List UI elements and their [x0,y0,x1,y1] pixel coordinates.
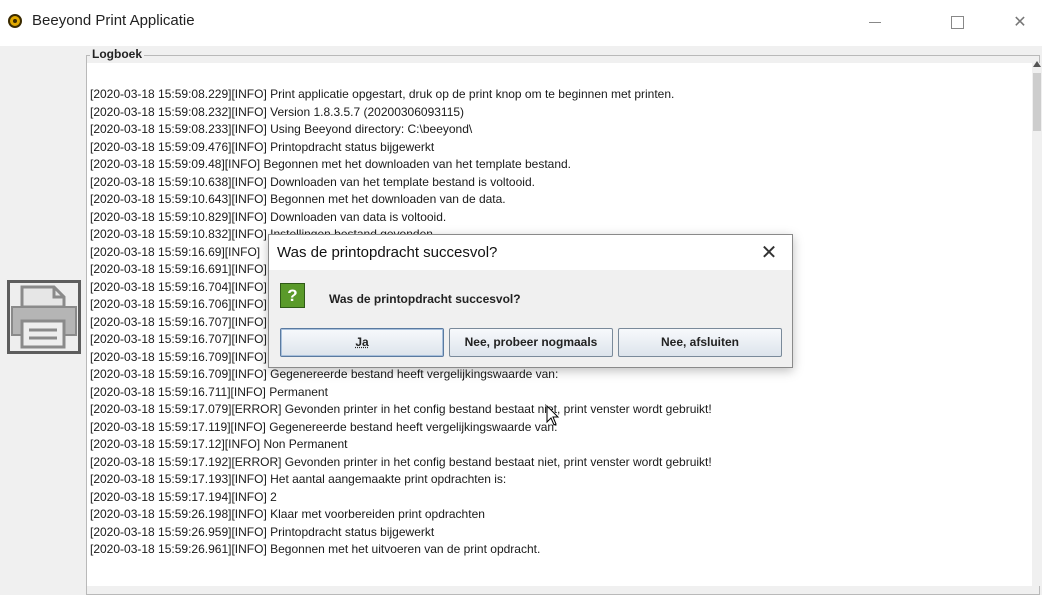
dialog-titlebar: Was de printopdracht succesvol? ✕ [269,235,792,270]
log-line: [2020-03-18 15:59:26.198][INFO] Klaar me… [90,506,712,524]
log-line: [2020-03-18 15:59:17.192][ERROR] Gevonde… [90,454,712,472]
confirm-dialog: Was de printopdracht succesvol? ✕ ? Was … [268,234,793,368]
log-scrollbar[interactable] [1032,63,1042,586]
log-line: [2020-03-18 15:59:26.959][INFO] Printopd… [90,524,712,542]
log-line: [2020-03-18 15:59:10.638][INFO] Download… [90,174,712,192]
log-line: [2020-03-18 15:59:17.119][INFO] Gegenere… [90,419,712,437]
minimize-button[interactable] [852,6,898,40]
log-line: [2020-03-18 15:59:08.232][INFO] Version … [90,104,712,122]
log-line: [2020-03-18 15:59:09.476][INFO] Printopd… [90,139,712,157]
log-line: [2020-03-18 15:59:17.12][INFO] Non Perma… [90,436,712,454]
scroll-thumb[interactable] [1033,73,1041,131]
maximize-button[interactable] [934,6,980,40]
log-line: [2020-03-18 15:59:16.709][INFO] Gegenere… [90,366,712,384]
close-button[interactable]: ✕ [997,6,1042,40]
exit-button[interactable]: Nee, afsluiten [618,328,782,357]
beeyond-logo-icon [8,14,22,28]
log-line: [2020-03-18 15:59:17.193][INFO] Het aant… [90,471,712,489]
window-titlebar: Beeyond Print Applicatie ✕ [0,0,1042,46]
minimize-icon [869,22,881,23]
log-line: [2020-03-18 15:59:26.961][INFO] Begonnen… [90,541,712,559]
log-line: [2020-03-18 15:59:10.829][INFO] Download… [90,209,712,227]
maximize-icon [951,16,964,29]
dialog-title: Was de printopdracht succesvol? [277,244,497,261]
yes-button-label: Ja [355,335,368,349]
printer-icon [10,283,78,351]
log-line: [2020-03-18 15:59:17.079][ERROR] Gevonde… [90,401,712,419]
yes-button[interactable]: Ja [280,328,444,357]
retry-button[interactable]: Nee, probeer nogmaals [449,328,613,357]
log-line: [2020-03-18 15:59:08.233][INFO] Using Be… [90,121,712,139]
close-icon: ✕ [1013,14,1026,31]
scroll-up-icon[interactable] [1033,61,1041,67]
dialog-message: Was de printopdracht succesvol? [329,292,521,306]
window-title: Beeyond Print Applicatie [32,12,195,29]
mouse-cursor-icon [546,405,560,427]
print-button[interactable] [7,280,81,354]
log-line: [2020-03-18 15:59:08.229][INFO] Print ap… [90,86,712,104]
log-line: [2020-03-18 15:59:09.48][INFO] Begonnen … [90,156,712,174]
dialog-close-icon[interactable]: ✕ [755,239,783,267]
logboek-title: Logboek [90,47,144,61]
log-line: [2020-03-18 15:59:17.194][INFO] 2 [90,489,712,507]
log-line: [2020-03-18 15:59:16.711][INFO] Permanen… [90,384,712,402]
log-line: [2020-03-18 15:59:10.643][INFO] Begonnen… [90,191,712,209]
question-icon: ? [280,283,305,308]
left-panel [0,46,84,586]
